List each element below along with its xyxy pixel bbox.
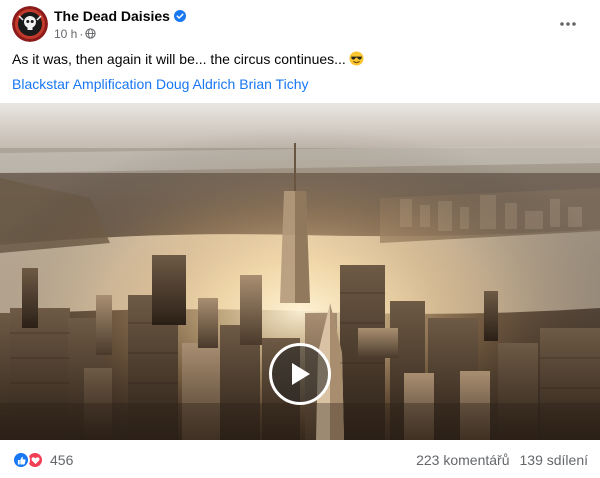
- sunglasses-emoji-icon: [349, 51, 364, 66]
- post-tags: Blackstar Amplification Doug Aldrich Bri…: [12, 76, 308, 92]
- post-caption: As it was, then again it will be... the …: [12, 51, 364, 67]
- reaction-count: 456: [50, 452, 74, 468]
- engagement-stats: 223 komentářů 139 sdílení: [416, 452, 588, 468]
- more-dots-icon: [560, 22, 576, 26]
- caption-text: As it was, then again it will be... the …: [12, 51, 346, 67]
- comments-count-link[interactable]: 223 komentářů: [416, 452, 509, 468]
- globe-icon: [85, 28, 96, 39]
- more-options-button[interactable]: [554, 10, 582, 38]
- shares-count-link[interactable]: 139 sdílení: [520, 452, 589, 468]
- page-name-label[interactable]: The Dead Daisies: [54, 8, 170, 24]
- facebook-post: The Dead Daisies 10 h · As it was, then a…: [0, 0, 600, 478]
- verified-badge-icon: [173, 10, 186, 22]
- play-icon: [292, 363, 310, 385]
- meta-separator: ·: [79, 27, 84, 41]
- video-player[interactable]: [0, 103, 600, 440]
- play-button[interactable]: [269, 343, 331, 405]
- post-timestamp[interactable]: 10 h: [54, 27, 77, 41]
- post-header: The Dead Daisies 10 h ·: [12, 6, 588, 42]
- post-footer: 456 223 komentářů 139 sdílení: [0, 441, 600, 478]
- post-meta: 10 h ·: [54, 27, 96, 41]
- reactions-summary[interactable]: 456: [12, 451, 73, 469]
- tag-link-doug-aldrich[interactable]: Doug Aldrich: [156, 76, 235, 92]
- tag-link-blackstar[interactable]: Blackstar Amplification: [12, 76, 152, 92]
- like-icon: [12, 451, 30, 469]
- page-avatar[interactable]: [12, 6, 48, 42]
- tag-link-brian-tichy[interactable]: Brian Tichy: [239, 76, 308, 92]
- page-name[interactable]: The Dead Daisies: [54, 8, 186, 24]
